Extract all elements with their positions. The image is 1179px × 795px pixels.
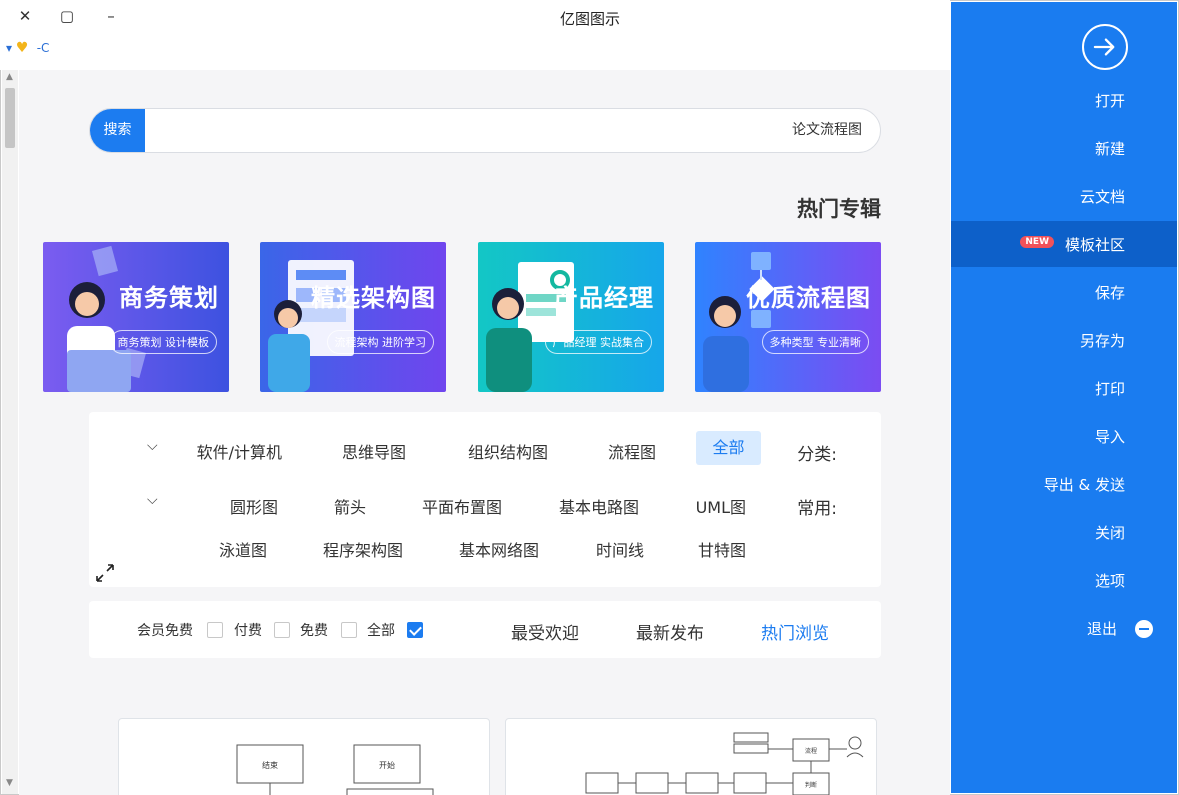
thumbnail-node-label: 开始 bbox=[379, 760, 395, 770]
template-community-content: 搜索 热门专辑 商务策划 商务策划 设计模板 精选架构图 流程架构 进阶学习 bbox=[19, 70, 950, 795]
business-person-illustration bbox=[67, 245, 147, 392]
tab-latest[interactable]: 最新发布 bbox=[636, 619, 704, 644]
template-card[interactable]: 结束 开始 bbox=[118, 718, 490, 795]
checkbox-all[interactable] bbox=[407, 622, 423, 638]
thumbnail-node-label: 判断 bbox=[805, 781, 817, 789]
category-label: 分类: bbox=[797, 445, 837, 465]
filter-bar: 热门浏览 最新发布 最受欢迎 全部 免费 付费 会员免费 bbox=[89, 601, 881, 658]
common-item-gantt[interactable]: 甘特图 bbox=[698, 537, 746, 561]
banner-subtitle: 流程架构 进阶学习 bbox=[326, 330, 434, 354]
banner-title: 精选架构图 bbox=[311, 284, 436, 312]
banner-business-plan[interactable]: 商务策划 商务策划 设计模板 bbox=[43, 242, 229, 392]
scroll-thumb[interactable] bbox=[5, 88, 15, 148]
scroll-up-icon[interactable]: ▲ bbox=[6, 72, 13, 82]
common-item-timeline[interactable]: 时间线 bbox=[596, 537, 644, 561]
new-badge: NEW bbox=[1020, 236, 1054, 248]
toolbar-label: -C bbox=[36, 41, 50, 55]
template-thumbnail: 流程 判断 bbox=[585, 732, 864, 795]
checkbox-free[interactable] bbox=[341, 622, 357, 638]
expand-common-chevron-icon[interactable]: ⌵ bbox=[147, 492, 158, 508]
common-item-circuit[interactable]: 基本电路图 bbox=[559, 494, 639, 518]
product-manager-illustration bbox=[486, 262, 574, 392]
tab-hot-browse[interactable]: 热门浏览 bbox=[761, 619, 829, 644]
template-card[interactable]: 流程 判断 bbox=[505, 718, 877, 795]
sidebar-item-open[interactable]: 打开 bbox=[951, 77, 1177, 123]
banner-product-manager[interactable]: 产品经理 产品经理 实战集合 bbox=[478, 242, 664, 392]
common-item-arrow[interactable]: 箭头 bbox=[334, 494, 366, 518]
search-bar: 搜索 bbox=[89, 108, 881, 153]
sidebar-item-save-as[interactable]: 另存为 bbox=[951, 317, 1177, 363]
sidebar-item-template-community[interactable]: 模板社区 NEW bbox=[951, 221, 1177, 267]
vip-heart-icon[interactable]: ♥ bbox=[16, 40, 33, 56]
sidebar-item-exit[interactable]: 退出 bbox=[951, 605, 1177, 651]
checkbox-paid[interactable] bbox=[274, 622, 290, 638]
banner-architecture[interactable]: 精选架构图 流程架构 进阶学习 bbox=[260, 242, 446, 392]
thumbnail-node-label: 结束 bbox=[262, 760, 278, 770]
sidebar-item-print[interactable]: 打印 bbox=[951, 365, 1177, 411]
banner-subtitle: 产品经理 实战集合 bbox=[544, 330, 652, 354]
common-item-program-arch[interactable]: 程序架构图 bbox=[323, 537, 403, 561]
checkbox-member-free[interactable] bbox=[207, 622, 223, 638]
category-item-org-chart[interactable]: 组织结构图 bbox=[468, 439, 548, 463]
sidebar-item-import[interactable]: 导入 bbox=[951, 413, 1177, 459]
fullscreen-expand-icon[interactable] bbox=[95, 563, 115, 583]
section-title: 热门专辑 bbox=[797, 197, 881, 221]
scroll-down-icon[interactable]: ▼ bbox=[6, 778, 13, 788]
banner-flowchart[interactable]: 优质流程图 多种类型 专业清晰 bbox=[695, 242, 881, 392]
common-item-floor-plan[interactable]: 平面布置图 bbox=[422, 494, 502, 518]
banner-title: 商务策划 bbox=[119, 284, 219, 312]
back-arrow-icon[interactable] bbox=[1082, 24, 1128, 70]
common-item-uml[interactable]: UML图 bbox=[696, 494, 746, 518]
checkbox-member-free-label: 会员免费 bbox=[137, 623, 193, 639]
common-label: 常用: bbox=[797, 499, 837, 519]
sidebar-item-new[interactable]: 新建 bbox=[951, 125, 1177, 171]
search-button[interactable]: 搜索 bbox=[90, 109, 145, 152]
category-item-software[interactable]: 软件/计算机 bbox=[197, 439, 282, 463]
common-item-swimlane[interactable]: 泳道图 bbox=[219, 537, 267, 561]
category-item-all[interactable]: 全部 bbox=[696, 431, 761, 465]
template-thumbnail: 结束 开始 bbox=[236, 744, 434, 795]
title-bar: ✕ ▢ – 亿图图示 ▾ ♥ -C bbox=[0, 0, 950, 70]
sidebar-item-cloud-docs[interactable]: 云文档 bbox=[951, 173, 1177, 219]
architecture-illustration bbox=[268, 260, 354, 392]
exit-icon bbox=[1135, 620, 1153, 638]
dropdown-icon[interactable]: ▾ bbox=[6, 41, 12, 55]
vertical-scrollbar[interactable]: ▲ ▼ bbox=[2, 70, 18, 794]
expand-categories-chevron-icon[interactable]: ⌵ bbox=[147, 438, 158, 454]
checkbox-free-label: 免费 bbox=[300, 623, 328, 639]
thumbnail-node-label: 流程 bbox=[805, 747, 817, 755]
banner-title: 优质流程图 bbox=[746, 284, 871, 312]
banner-title: 产品经理 bbox=[554, 284, 654, 312]
sidebar-item-options[interactable]: 选项 bbox=[951, 557, 1177, 603]
sidebar-item-save[interactable]: 保存 bbox=[951, 269, 1177, 315]
sidebar-item-close[interactable]: 关闭 bbox=[951, 509, 1177, 555]
checkbox-paid-label: 付费 bbox=[234, 623, 262, 639]
category-panel: 分类: 全部 流程图 组织结构图 思维导图 软件/计算机 ⌵ 常用: UML图 … bbox=[89, 412, 881, 587]
common-item-circle[interactable]: 圆形图 bbox=[230, 494, 278, 518]
search-input[interactable] bbox=[262, 121, 862, 137]
tab-most-popular[interactable]: 最受欢迎 bbox=[511, 619, 579, 644]
sidebar-item-export-send[interactable]: 导出 & 发送 bbox=[951, 461, 1177, 507]
banner-subtitle: 商务策划 设计模板 bbox=[109, 330, 217, 354]
file-menu-sidebar: 打开 新建 云文档 模板社区 NEW 保存 另存为 打印 导入 导出 & 发送 … bbox=[951, 2, 1177, 793]
banner-subtitle: 多种类型 专业清晰 bbox=[761, 330, 869, 354]
common-item-network[interactable]: 基本网络图 bbox=[459, 537, 539, 561]
quick-toolbar[interactable]: ▾ ♥ -C bbox=[6, 40, 50, 56]
category-item-flowchart[interactable]: 流程图 bbox=[608, 439, 656, 463]
flowchart-illustration bbox=[703, 252, 775, 392]
category-item-mind-map[interactable]: 思维导图 bbox=[342, 439, 406, 463]
checkbox-all-label: 全部 bbox=[367, 623, 395, 639]
